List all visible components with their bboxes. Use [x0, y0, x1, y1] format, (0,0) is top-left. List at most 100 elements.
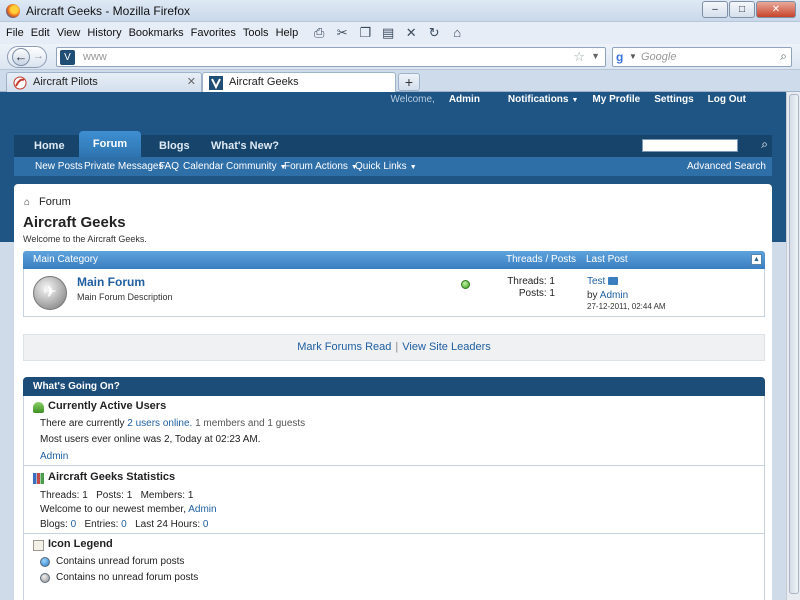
print-icon[interactable]: ⎙	[311, 25, 327, 41]
breadcrumb-forum[interactable]: Forum	[39, 196, 71, 208]
legend-icon	[33, 540, 44, 551]
notifications-menu[interactable]: Notifications ▼	[494, 94, 579, 105]
subnav-new-posts[interactable]: New Posts	[35, 161, 83, 172]
my-profile-link[interactable]: My Profile	[592, 94, 640, 105]
subnav-faq[interactable]: FAQ	[159, 161, 179, 172]
maximize-button[interactable]: □	[729, 1, 755, 18]
copy-icon[interactable]: ❐	[357, 25, 373, 41]
icon-legend-block: Icon Legend Contains unread forum posts …	[23, 534, 765, 600]
home-icon[interactable]: ⌂	[24, 197, 34, 208]
engine-dropdown-icon[interactable]: ▼	[629, 52, 637, 61]
search-placeholder[interactable]: Google	[641, 51, 676, 63]
tab-favicon-icon	[13, 76, 27, 90]
url-text[interactable]: www	[83, 51, 107, 63]
logout-link[interactable]: Log Out	[708, 94, 746, 105]
tab-aircraft-geeks[interactable]: Aircraft Geeks	[202, 72, 396, 92]
col-last-post: Last Post	[586, 254, 628, 265]
google-engine-icon[interactable]: g	[616, 50, 623, 64]
site-favicon-icon: V	[60, 50, 75, 65]
last-post-title[interactable]: Test	[587, 276, 619, 287]
tab-forum[interactable]: Forum	[79, 131, 141, 157]
subnav-private-messages[interactable]: Private Messages	[84, 161, 163, 172]
users-online-line: There are currently 2 users online. 1 me…	[40, 418, 306, 429]
welcome-text: Welcome,	[390, 94, 435, 105]
legend-unread-text: Contains unread forum posts	[56, 556, 185, 567]
page-title: Aircraft Geeks	[23, 214, 126, 231]
url-dropdown-icon[interactable]: ▼	[591, 51, 600, 61]
menu-tools[interactable]: Tools	[243, 27, 269, 39]
reload-icon[interactable]: ↻	[426, 25, 442, 41]
tab-whats-new[interactable]: What's New?	[211, 135, 279, 157]
goto-last-post-icon[interactable]	[608, 277, 619, 286]
search-magnifier-icon[interactable]: ⌕	[780, 49, 787, 64]
statistics-block: Aircraft Geeks Statistics Threads: 1 Pos…	[23, 466, 765, 534]
subnav-calendar[interactable]: Calendar	[183, 161, 224, 172]
tab-label: Aircraft Geeks	[229, 76, 299, 88]
forum-row: ✈ Main Forum Main Forum Description Thre…	[23, 269, 765, 317]
menu-edit[interactable]: Edit	[31, 27, 50, 39]
users-icon	[33, 402, 44, 413]
tab-aircraft-pilots[interactable]: Aircraft Pilots ✕	[6, 72, 202, 92]
last-post-user-link[interactable]: Admin	[600, 290, 628, 301]
cut-icon[interactable]: ✂	[334, 25, 350, 41]
subnav-forum-actions[interactable]: Forum Actions ▼	[284, 161, 358, 172]
advanced-search-link[interactable]: Advanced Search	[687, 161, 766, 172]
menu-bookmarks[interactable]: Bookmarks	[129, 27, 184, 39]
forum-content: ⌂ Forum Aircraft Geeks Welcome to the Air…	[14, 184, 772, 600]
tab-home[interactable]: Home	[34, 135, 65, 157]
minimize-button[interactable]: –	[702, 1, 728, 18]
stats-counts-line: Threads: 1 Posts: 1 Members: 1	[40, 490, 194, 501]
separator: |	[395, 341, 399, 353]
tab-favicon-icon	[209, 76, 223, 90]
subnav-community[interactable]: Community ▼	[226, 161, 287, 172]
breadcrumb: ⌂ Forum	[24, 196, 71, 208]
menu-history[interactable]: History	[87, 27, 121, 39]
url-bar[interactable]: V www ☆ ▼	[56, 47, 606, 67]
legend-no-unread-text: Contains no unread forum posts	[56, 572, 199, 583]
search-icon[interactable]: ⌕	[761, 137, 768, 152]
menu-file[interactable]: File	[6, 27, 24, 39]
back-arrow-icon[interactable]: ←	[12, 48, 30, 66]
menu-favorites[interactable]: Favorites	[191, 27, 236, 39]
menu-help[interactable]: Help	[276, 27, 299, 39]
new-tab-button[interactable]: +	[398, 73, 420, 91]
forward-arrow-icon[interactable]: →	[33, 50, 44, 62]
tab-close-icon[interactable]: ✕	[187, 73, 196, 91]
vertical-scrollbar[interactable]	[786, 92, 800, 600]
close-window-button[interactable]: ✕	[756, 1, 796, 18]
category-name[interactable]: Main Category	[33, 254, 98, 265]
collapse-icon[interactable]: ▲	[751, 254, 762, 265]
window-controls: – □ ✕	[701, 1, 796, 18]
stop-icon[interactable]: ✕	[403, 25, 419, 41]
forum-actions-bar: Mark Forums Read | View Site Leaders	[23, 334, 765, 361]
search-bar[interactable]: g ▼ Google ⌕	[612, 47, 792, 67]
window-titlebar: Aircraft Geeks - Mozilla Firefox – □ ✕	[0, 0, 800, 22]
tab-label: Aircraft Pilots	[33, 76, 98, 88]
settings-link[interactable]: Settings	[654, 94, 693, 105]
scrollbar-thumb[interactable]	[789, 94, 799, 594]
subnav-quick-links[interactable]: Quick Links ▼	[355, 161, 417, 172]
online-user-link[interactable]: Admin	[40, 451, 68, 462]
col-threads-posts: Threads / Posts	[506, 254, 577, 265]
paste-icon[interactable]: ▤	[380, 25, 396, 41]
mark-forums-read-link[interactable]: Mark Forums Read	[297, 341, 391, 353]
newest-member-link[interactable]: Admin	[188, 504, 216, 515]
home-button-icon[interactable]: ⌂	[449, 25, 465, 41]
forum-name-link[interactable]: Main Forum	[77, 275, 145, 289]
username-link[interactable]: Admin	[449, 94, 480, 105]
last-post-date: 27-12-2011, 02:44 AM	[587, 302, 666, 311]
active-users-block: Currently Active Users There are current…	[23, 396, 765, 466]
bookmark-star-icon[interactable]: ☆	[573, 49, 585, 65]
unread-posts-icon	[40, 557, 50, 567]
tab-blogs[interactable]: Blogs	[159, 135, 190, 157]
menu-view[interactable]: View	[57, 27, 81, 39]
site-search-input[interactable]	[642, 139, 738, 152]
user-toplinks: Welcome, Admin Notifications ▼ My Profile…	[391, 94, 746, 105]
statistics-chart-icon	[33, 473, 44, 484]
site-subnav: New Posts Private Messages FAQ Calendar …	[14, 157, 772, 176]
view-site-leaders-link[interactable]: View Site Leaders	[402, 341, 490, 353]
whats-going-on-header: What's Going On?	[23, 377, 765, 396]
users-online-link[interactable]: 2 users online.	[127, 418, 192, 429]
site-navtabs: Home Forum Blogs What's New? ⌕	[14, 131, 772, 157]
forum-posts-count: Posts: 1	[518, 288, 555, 299]
